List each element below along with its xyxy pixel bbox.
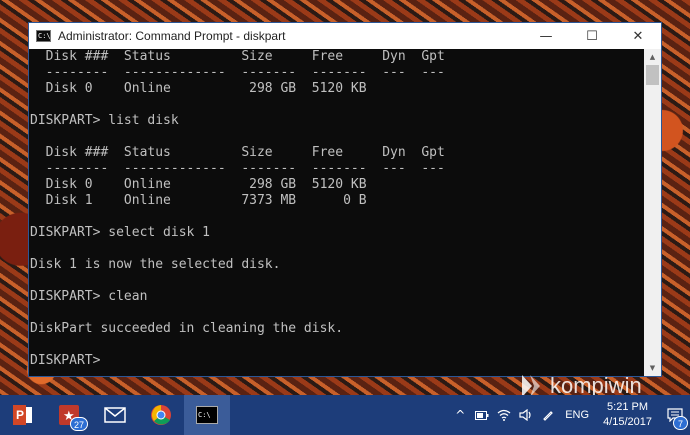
mail-icon bbox=[104, 407, 126, 423]
taskbar-chrome[interactable] bbox=[138, 395, 184, 435]
clock-date: 4/15/2017 bbox=[603, 416, 652, 428]
console-line: DiskPart succeeded in cleaning the disk. bbox=[30, 321, 344, 336]
taskbar: P ★ 27 C:\ ^ ENG 5:21 PM 4/15/2017 7 bbox=[0, 395, 690, 435]
command-prompt-window[interactable]: C:\ Administrator: Command Prompt - disk… bbox=[28, 22, 662, 377]
scroll-thumb[interactable] bbox=[646, 65, 659, 85]
vertical-scrollbar[interactable]: ▲ ▼ bbox=[644, 49, 661, 376]
console-output[interactable]: Disk ### Status Size Free Dyn Gpt ------… bbox=[29, 49, 644, 376]
console-line: Disk 1 is now the selected disk. bbox=[30, 257, 281, 272]
window-controls: — ☐ ✕ bbox=[523, 23, 661, 49]
photo-app-badge: 27 bbox=[70, 417, 88, 431]
maximize-button[interactable]: ☐ bbox=[569, 23, 615, 49]
console-line: -------- ------------- ------- ------- -… bbox=[30, 161, 445, 176]
taskbar-powerpoint[interactable]: P bbox=[0, 395, 46, 435]
show-hidden-icons-chevron-icon[interactable]: ^ bbox=[449, 395, 471, 435]
clock[interactable]: 5:21 PM 4/15/2017 bbox=[595, 400, 660, 430]
svg-text:P: P bbox=[16, 408, 24, 422]
console-line: Disk 1 Online 7373 MB 0 B bbox=[30, 193, 367, 208]
console-line: DISKPART> select disk 1 bbox=[30, 225, 211, 240]
scroll-down-icon[interactable]: ▼ bbox=[644, 360, 661, 376]
command-prompt-icon: C:\ bbox=[36, 30, 51, 42]
taskbar-photo-app[interactable]: ★ 27 bbox=[46, 395, 92, 435]
chrome-icon bbox=[151, 405, 171, 425]
console-line: -------- ------------- ------- ------- -… bbox=[30, 65, 445, 80]
battery-icon[interactable] bbox=[471, 395, 493, 435]
volume-icon[interactable] bbox=[515, 395, 537, 435]
wifi-icon[interactable] bbox=[493, 395, 515, 435]
console-line: DISKPART> list disk bbox=[30, 113, 179, 128]
clock-time: 5:21 PM bbox=[607, 401, 649, 413]
console-line: DISKPART> clean bbox=[30, 289, 148, 304]
taskbar-command-prompt[interactable]: C:\ bbox=[184, 395, 230, 435]
console-line: Disk 0 Online 298 GB 5120 KB bbox=[30, 177, 367, 192]
window-title: Administrator: Command Prompt - diskpart bbox=[58, 29, 286, 43]
svg-text:C:\: C:\ bbox=[198, 411, 211, 419]
action-center-button[interactable]: 7 bbox=[660, 395, 690, 435]
notification-count-badge: 7 bbox=[673, 416, 688, 430]
console-line: Disk ### Status Size Free Dyn Gpt bbox=[30, 49, 445, 64]
taskbar-mail[interactable] bbox=[92, 395, 138, 435]
system-tray: ^ ENG 5:21 PM 4/15/2017 7 bbox=[449, 395, 690, 435]
console-line: Disk 0 Online 298 GB 5120 KB bbox=[30, 81, 367, 96]
close-button[interactable]: ✕ bbox=[615, 23, 661, 49]
command-prompt-taskbar-icon: C:\ bbox=[196, 406, 218, 424]
title-bar[interactable]: C:\ Administrator: Command Prompt - disk… bbox=[29, 23, 661, 49]
minimize-button[interactable]: — bbox=[523, 23, 569, 49]
powerpoint-icon: P bbox=[13, 405, 32, 425]
input-language[interactable]: ENG bbox=[559, 409, 595, 421]
console-line: DISKPART> bbox=[30, 353, 109, 368]
pen-icon[interactable] bbox=[537, 395, 559, 435]
scroll-up-icon[interactable]: ▲ bbox=[644, 49, 661, 65]
console-line: Disk ### Status Size Free Dyn Gpt bbox=[30, 145, 445, 160]
